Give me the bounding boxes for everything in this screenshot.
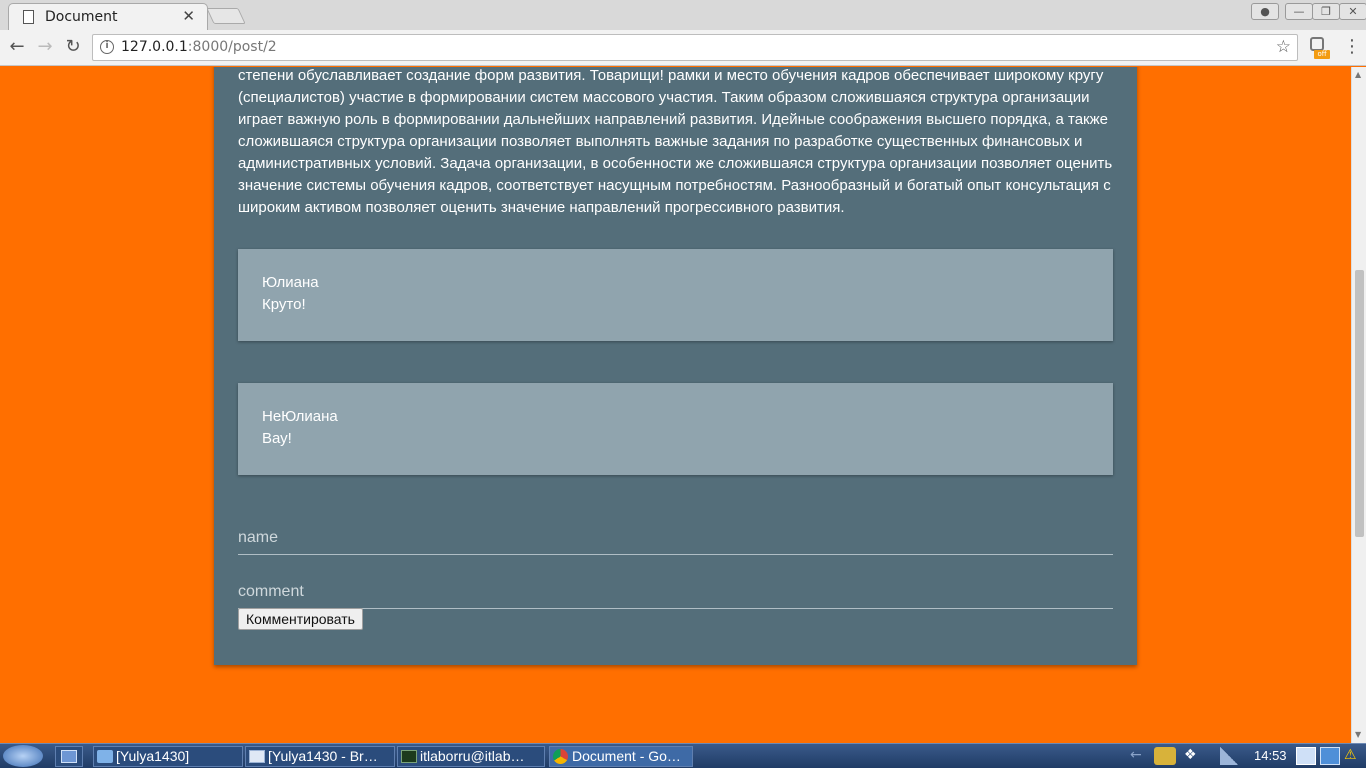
taskbar-item[interactable]: Document - Go… — [549, 746, 693, 767]
os-taskbar: [Yulya1430] [Yulya1430 - Br… itlaborru@i… — [0, 743, 1366, 768]
network-tray-icon[interactable] — [1154, 747, 1176, 765]
tab-title: Document — [45, 9, 118, 25]
forward-arrow-icon[interactable]: → — [34, 36, 56, 58]
taskbar-item[interactable]: itlaborru@itlab… — [397, 746, 545, 767]
url-text[interactable]: 127.0.0.1:8000/post/2 — [121, 39, 277, 55]
close-window-button[interactable]: ✕ — [1339, 3, 1366, 20]
profile-button[interactable]: ● — [1251, 3, 1279, 20]
desktop-icon — [61, 750, 77, 763]
workspace-icon[interactable] — [1296, 747, 1316, 765]
scroll-down-icon[interactable]: ▼ — [1355, 730, 1361, 739]
window-icon — [249, 750, 265, 763]
scroll-up-icon[interactable]: ▲ — [1355, 70, 1361, 79]
dropbox-icon[interactable]: ❖ — [1184, 747, 1202, 765]
scrollbar-thumb[interactable] — [1355, 270, 1364, 537]
back-arrow-icon[interactable]: ← — [6, 36, 28, 58]
extension-icon[interactable]: off — [1308, 36, 1330, 59]
post-body: степени обуславливает создание форм разв… — [238, 67, 1113, 216]
taskbar-item[interactable]: [Yulya1430] — [93, 746, 243, 767]
restore-button[interactable]: ❐ — [1312, 3, 1340, 20]
page-scrollbar[interactable]: ▲ ▼ — [1351, 67, 1366, 743]
submit-comment-button[interactable]: Комментировать — [238, 608, 363, 630]
extension-badge: off — [1314, 50, 1330, 59]
taskbar-item-label: itlaborru@itlab… — [420, 748, 525, 764]
info-icon[interactable]: i — [100, 40, 114, 54]
tab-close-icon[interactable]: ✕ — [182, 7, 195, 25]
signal-icon[interactable] — [1220, 747, 1238, 765]
extension-puzzle-icon — [1310, 37, 1324, 51]
name-field — [238, 515, 1113, 555]
comment-text: Вау! — [262, 430, 292, 447]
browser-tab-bar: Document ✕ ● — ❐ ✕ — [0, 0, 1366, 30]
taskbar-item-label: [Yulya1430] — [116, 748, 190, 764]
comment-author: Юлиана — [262, 274, 319, 291]
name-input[interactable] — [238, 515, 1113, 553]
folder-icon — [97, 750, 113, 763]
comment-card: НеЮлиана Вау! — [238, 383, 1113, 475]
clock: 14:53 — [1254, 748, 1287, 763]
minimize-button[interactable]: — — [1285, 3, 1313, 20]
taskbar-item-label: Document - Go… — [572, 748, 681, 764]
browser-toolbar: ← → ↻ i 127.0.0.1:8000/post/2 ☆ off ⋮ — [0, 30, 1366, 66]
comment-text: Круто! — [262, 296, 306, 313]
page-icon — [23, 10, 34, 24]
bookmark-star-icon[interactable]: ☆ — [1276, 37, 1291, 57]
taskbar-item-label: [Yulya1430 - Br… — [268, 748, 378, 764]
reload-icon[interactable]: ↻ — [62, 36, 84, 58]
page-viewport: степени обуславливает создание форм разв… — [0, 67, 1351, 743]
comment-card: Юлиана Круто! — [238, 249, 1113, 341]
url-host: 127.0.0.1 — [121, 39, 188, 55]
terminal-icon — [401, 750, 417, 763]
display-icon[interactable] — [1320, 747, 1340, 765]
url-path: :8000/post/2 — [187, 39, 277, 55]
show-desktop-icon[interactable] — [55, 746, 83, 767]
warning-icon[interactable]: ⚠ — [1344, 747, 1364, 765]
new-tab-button[interactable] — [206, 8, 246, 24]
comment-field — [238, 569, 1113, 609]
tray-arrow-icon[interactable]: ← — [1130, 747, 1146, 765]
browser-tab[interactable]: Document ✕ — [8, 3, 208, 30]
start-menu-icon[interactable] — [3, 745, 43, 767]
browser-menu-icon[interactable]: ⋮ — [1343, 36, 1361, 58]
comment-input[interactable] — [238, 569, 1113, 607]
chrome-icon — [553, 749, 568, 764]
taskbar-item[interactable]: [Yulya1430 - Br… — [245, 746, 395, 767]
comment-author: НеЮлиана — [262, 408, 338, 425]
post-card: степени обуславливает создание форм разв… — [214, 67, 1137, 665]
address-bar[interactable]: i 127.0.0.1:8000/post/2 ☆ — [92, 34, 1298, 61]
